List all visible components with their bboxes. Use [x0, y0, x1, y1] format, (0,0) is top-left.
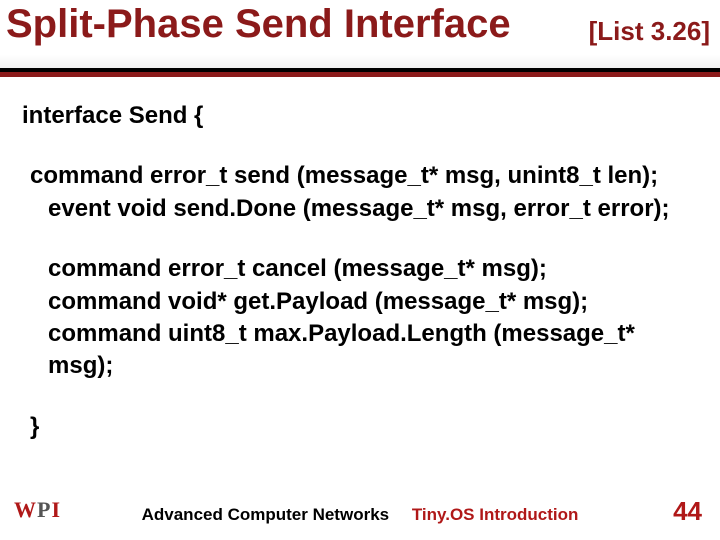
code-line: command error_t send (message_t* msg, un…: [30, 160, 698, 192]
footer-text: Advanced Computer Networks Tiny.OS Intro…: [0, 505, 720, 525]
code-line: }: [30, 411, 698, 443]
code-body: interface Send { command error_t send (m…: [22, 100, 698, 443]
code-line: command void* get.Payload (message_t* ms…: [48, 286, 698, 318]
page-number: 44: [673, 496, 702, 527]
footer-course: Advanced Computer Networks: [142, 505, 390, 524]
title-bar: Split-Phase Send Interface [List 3.26]: [0, 0, 720, 72]
code-line: interface Send {: [22, 100, 698, 132]
code-line: command uint8_t max.Payload.Length (mess…: [48, 318, 698, 383]
code-block-commands: command error_t cancel (message_t* msg);…: [22, 253, 698, 383]
slide-title-tag: [List 3.26]: [589, 16, 710, 47]
slide-title: Split-Phase Send Interface: [6, 2, 511, 47]
slide: Split-Phase Send Interface [List 3.26] i…: [0, 0, 720, 540]
footer-topic: Tiny.OS Introduction: [412, 505, 579, 524]
code-line: command error_t cancel (message_t* msg);: [48, 253, 698, 285]
code-block-send: command error_t send (message_t* msg, un…: [22, 160, 698, 225]
footer: WPI Advanced Computer Networks Tiny.OS I…: [0, 491, 720, 533]
code-line: event void send.Done (message_t* msg, er…: [48, 193, 698, 225]
